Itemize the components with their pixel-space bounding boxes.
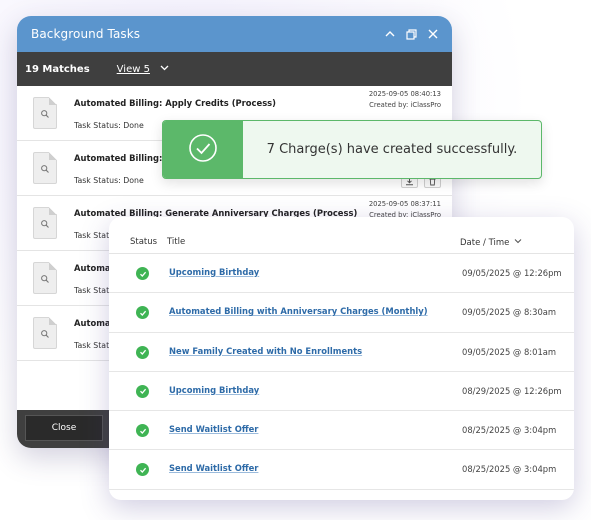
- notification-date: 09/05/2025 @ 8:01am: [462, 346, 557, 357]
- notification-row: Send Waitlist Offer 08/25/2025 @ 3:04pm: [109, 450, 574, 490]
- notification-date: 09/05/2025 @ 8:30am: [462, 307, 557, 318]
- notifications-card: Status Title Date / Time Upcoming Birthd…: [109, 217, 574, 500]
- match-count: 19 Matches: [25, 63, 90, 75]
- toast-message: 7 Charge(s) have created successfully.: [266, 142, 518, 157]
- notification-row: Send Waitlist Offer 08/25/2025 @ 3:04pm: [109, 411, 574, 451]
- task-status: Task Status: Done: [74, 176, 144, 185]
- task-status: Task Status: Done: [74, 121, 144, 130]
- status-column-header: Status: [130, 237, 158, 247]
- document-icon: [33, 97, 57, 129]
- task-date: 2025-09-05 08:40:13: [368, 90, 441, 98]
- success-check-icon: [136, 463, 149, 477]
- tasks-toolbar: 19 Matches View 5: [17, 52, 452, 86]
- success-check-icon: [136, 306, 149, 320]
- view-selector[interactable]: View 5: [117, 64, 150, 75]
- notification-title-link[interactable]: Automated Billing with Anniversary Charg…: [169, 306, 428, 316]
- success-check-icon: [136, 345, 149, 359]
- restore-icon[interactable]: [406, 28, 417, 40]
- document-icon: [33, 152, 57, 184]
- notification-row: New Family Created with No Enrollments 0…: [109, 333, 574, 372]
- collapse-icon[interactable]: [385, 29, 395, 39]
- task-date: 2025-09-05 08:37:11: [368, 200, 441, 208]
- document-icon: [33, 262, 57, 294]
- document-icon: [33, 207, 57, 239]
- notification-date: 09/05/2025 @ 12:26pm: [462, 268, 562, 278]
- date-column-header[interactable]: Date / Time: [460, 237, 522, 248]
- notification-row: Upcoming Birthday 09/05/2025 @ 12:26pm: [109, 254, 574, 294]
- close-icon[interactable]: [428, 29, 438, 39]
- success-icon-panel: [163, 121, 243, 178]
- success-toast: 7 Charge(s) have created successfully.: [162, 120, 542, 179]
- notifications-header: Status Title Date / Time: [109, 217, 574, 254]
- notification-date: 08/25/2025 @ 3:04pm: [462, 464, 557, 475]
- title-column-header: Title: [167, 237, 186, 247]
- check-circle-icon: [188, 133, 218, 167]
- notification-row: Automated Billing with Anniversary Charg…: [109, 293, 574, 333]
- sort-chevron-icon[interactable]: [514, 237, 522, 248]
- notification-title-link[interactable]: Upcoming Birthday: [169, 267, 259, 277]
- notification-title-link[interactable]: Send Waitlist Offer: [169, 463, 258, 473]
- notification-row: Upcoming Birthday 08/29/2025 @ 12:26pm: [109, 372, 574, 412]
- window-title: Background Tasks: [31, 27, 141, 41]
- notification-title-link[interactable]: Upcoming Birthday: [169, 385, 259, 395]
- task-created-by: Created by: iClassPro: [369, 101, 441, 109]
- chevron-down-icon[interactable]: [160, 63, 169, 75]
- success-check-icon: [136, 267, 149, 280]
- success-check-icon: [136, 384, 149, 398]
- date-column-label: Date / Time: [460, 237, 510, 248]
- close-button[interactable]: Close: [25, 415, 103, 441]
- notification-date: 08/25/2025 @ 3:04pm: [462, 425, 557, 436]
- window-titlebar: Background Tasks: [17, 16, 452, 52]
- success-check-icon: [136, 424, 149, 438]
- task-name: Automated Billing: Apply Credits (Proces…: [74, 98, 276, 108]
- notification-date: 08/29/2025 @ 12:26pm: [462, 385, 562, 396]
- notification-title-link[interactable]: New Family Created with No Enrollments: [169, 346, 362, 356]
- document-icon: [33, 317, 57, 349]
- notification-title-link[interactable]: Send Waitlist Offer: [169, 424, 258, 434]
